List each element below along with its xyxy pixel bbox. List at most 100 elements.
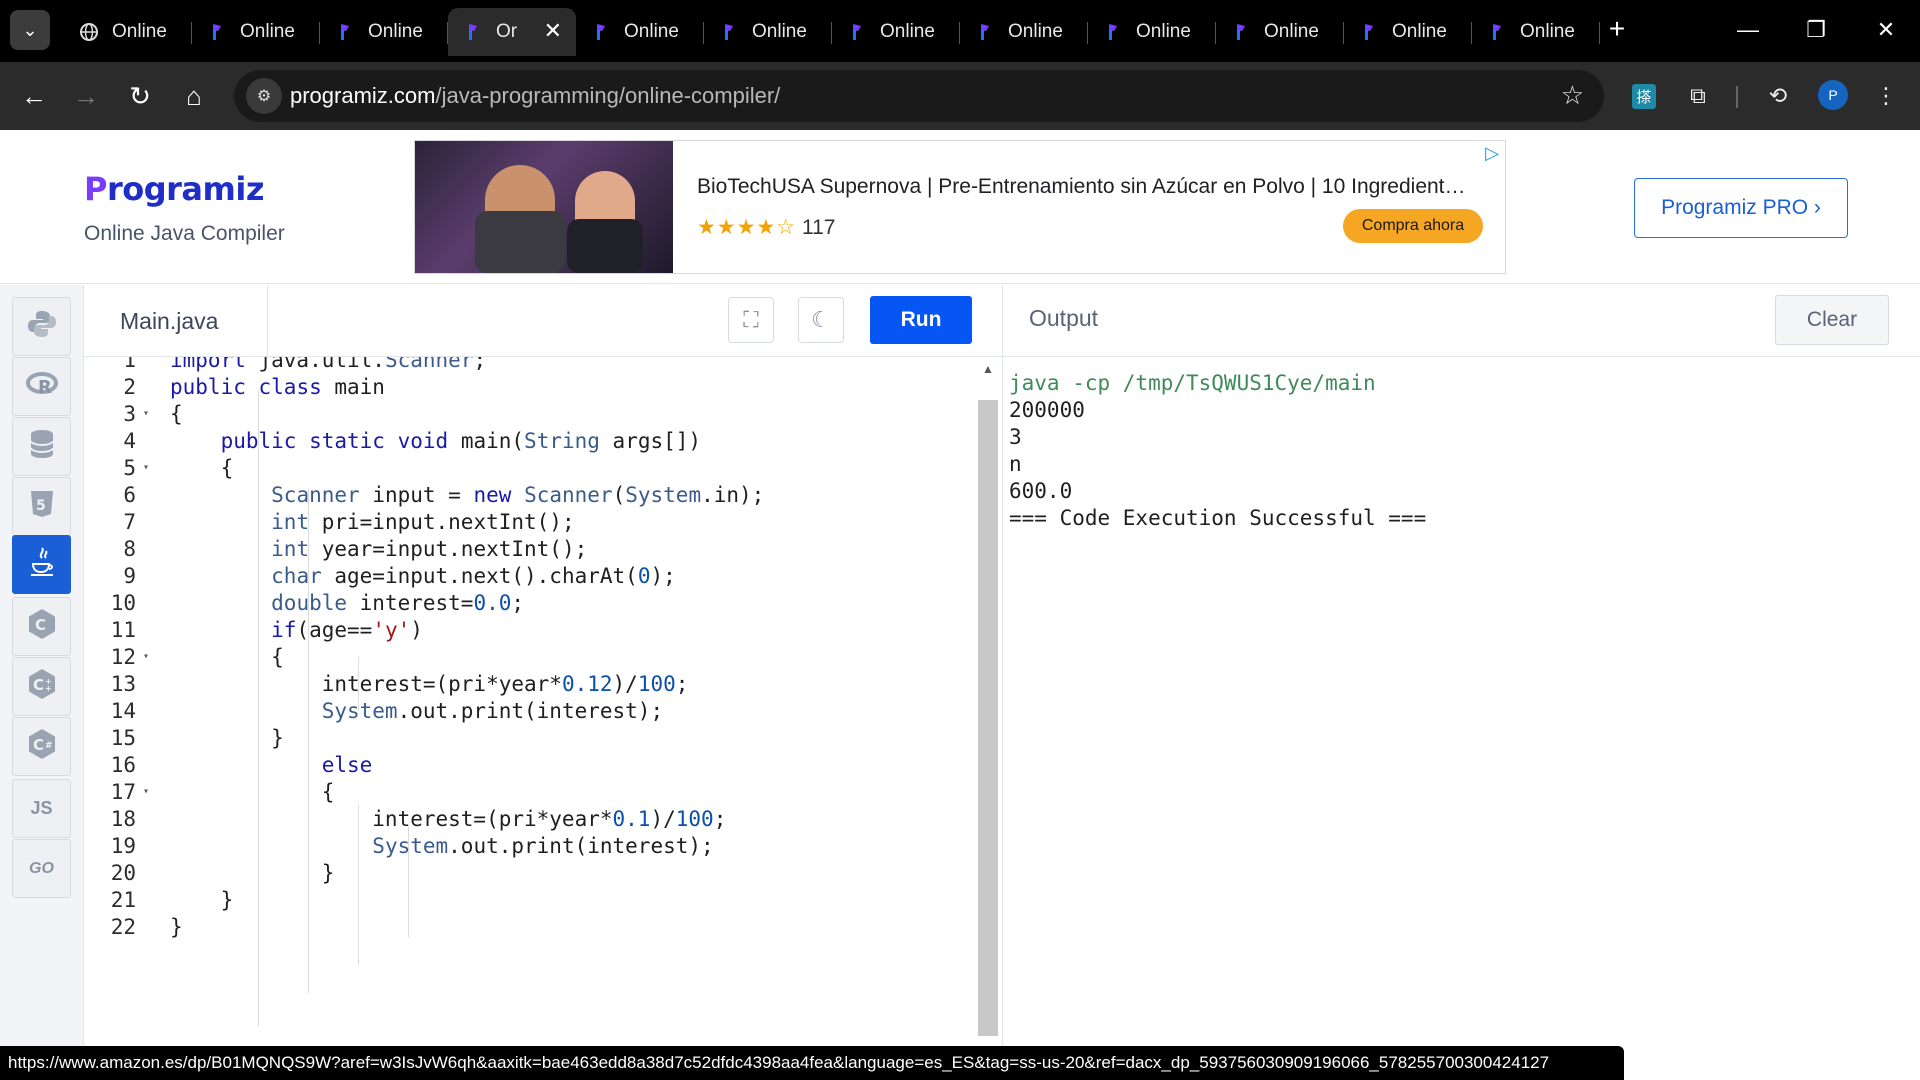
browser-tab[interactable]: Online bbox=[1472, 8, 1600, 56]
extension-icon[interactable]: 搽 bbox=[1624, 76, 1664, 116]
tab-strip: ⌄ Online Online Online Or ✕ Online Online Onlin… bbox=[0, 0, 1920, 62]
code-text[interactable]: double interest=0.0; bbox=[152, 591, 524, 615]
adchoices-icon[interactable]: ▷ bbox=[1485, 143, 1499, 164]
forward-button[interactable]: → bbox=[66, 76, 106, 116]
programiz-favicon-icon bbox=[846, 21, 868, 43]
code-text[interactable]: } bbox=[152, 726, 284, 750]
line-number: 22 bbox=[110, 914, 136, 939]
code-text[interactable]: public static void main(String args[]) bbox=[152, 429, 701, 453]
code-text[interactable]: { bbox=[152, 645, 284, 669]
line-number: 5 bbox=[123, 455, 136, 480]
code-text[interactable]: int pri=input.nextInt(); bbox=[152, 510, 574, 534]
language-csharp-button[interactable]: C # bbox=[12, 717, 71, 776]
ad-image[interactable] bbox=[415, 141, 673, 273]
language-sql-button[interactable] bbox=[12, 417, 71, 476]
theme-toggle-button[interactable]: ☾ bbox=[798, 297, 844, 343]
code-text[interactable]: { bbox=[152, 780, 335, 804]
browser-tab[interactable]: Online bbox=[1216, 8, 1344, 56]
site-info-icon[interactable]: ⚙ bbox=[246, 78, 282, 114]
browser-tab[interactable]: Online bbox=[64, 8, 192, 56]
language-c-button[interactable]: C bbox=[12, 597, 71, 656]
puzzle-icon[interactable]: ⧉ bbox=[1678, 76, 1718, 116]
code-line[interactable]: 22} bbox=[84, 910, 964, 943]
browser-tab[interactable]: Online bbox=[192, 8, 320, 56]
menu-kebab-icon[interactable]: ⋮ bbox=[1866, 76, 1906, 116]
home-button[interactable]: ⌂ bbox=[174, 76, 214, 116]
code-text[interactable]: char age=input.next().charAt(0); bbox=[152, 564, 676, 588]
tab-label: Online bbox=[1392, 21, 1447, 42]
reload-button[interactable]: ↻ bbox=[120, 76, 160, 116]
code-text[interactable]: public class main bbox=[152, 375, 385, 399]
back-button[interactable]: ← bbox=[14, 76, 54, 116]
run-button[interactable]: Run bbox=[870, 296, 972, 344]
browser-tab[interactable]: Online bbox=[1088, 8, 1216, 56]
programiz-logo[interactable]: Programiz bbox=[84, 170, 264, 208]
fold-arrow-icon[interactable]: ▾ bbox=[140, 786, 152, 797]
tab-search-button[interactable]: ⌄ bbox=[10, 10, 50, 50]
close-window-button[interactable]: ✕ bbox=[1866, 10, 1906, 50]
line-number: 21 bbox=[110, 887, 136, 912]
browser-tab[interactable]: Online bbox=[960, 8, 1088, 56]
code-text[interactable]: System.out.print(interest); bbox=[152, 834, 713, 858]
advertisement-banner[interactable]: BioTechUSA Supernova | Pre-Entrenamiento… bbox=[414, 140, 1506, 274]
file-tab-main-java[interactable]: Main.java bbox=[84, 285, 268, 357]
language-r-button[interactable]: R bbox=[12, 357, 71, 416]
language-cpp-button[interactable]: C + + bbox=[12, 657, 71, 716]
code-text[interactable]: interest=(pri*year*0.12)/100; bbox=[152, 672, 689, 696]
scroll-up-arrow-icon[interactable]: ▲ bbox=[980, 362, 996, 378]
ad-title[interactable]: BioTechUSA Supernova | Pre-Entrenamiento… bbox=[697, 175, 1477, 199]
language-java-button[interactable] bbox=[12, 535, 71, 594]
output-console[interactable]: java -cp /tmp/TsQWUS1Cye/main 200000 3 n 600… bbox=[1002, 357, 1920, 1080]
code-text[interactable]: } bbox=[152, 861, 335, 885]
restore-button[interactable]: ❐ bbox=[1796, 10, 1836, 50]
code-text[interactable]: int year=input.nextInt(); bbox=[152, 537, 587, 561]
code-text[interactable]: interest=(pri*year*0.1)/100; bbox=[152, 807, 726, 831]
code-text[interactable]: } bbox=[152, 915, 183, 939]
clear-button[interactable]: Clear bbox=[1775, 295, 1889, 345]
code-editor[interactable]: 1 import java.util.Scanner; 2 public class … bbox=[84, 357, 1002, 1042]
python-logo-icon bbox=[27, 309, 57, 344]
browser-tab[interactable]: Online bbox=[704, 8, 832, 56]
performance-icon[interactable]: ⟲ bbox=[1758, 76, 1798, 116]
line-number: 9 bbox=[123, 563, 136, 588]
bookmark-star-icon[interactable]: ☆ bbox=[1561, 80, 1584, 111]
tab-close-icon[interactable]: ✕ bbox=[544, 18, 562, 44]
line-number: 15 bbox=[110, 725, 136, 750]
code-text[interactable]: { bbox=[152, 456, 234, 480]
star-rating-icon: ★★★★☆ bbox=[697, 216, 797, 239]
output-header: Output Clear bbox=[1002, 285, 1920, 357]
fold-arrow-icon[interactable]: ▾ bbox=[140, 408, 152, 419]
browser-tab[interactable]: Online bbox=[1344, 8, 1472, 56]
code-text[interactable]: { bbox=[152, 402, 183, 426]
code-text[interactable]: Scanner input = new Scanner(System.in); bbox=[152, 483, 764, 507]
browser-tab[interactable]: Or ✕ bbox=[448, 8, 576, 56]
code-text[interactable]: else bbox=[152, 753, 373, 777]
language-html-button[interactable]: 5 bbox=[12, 477, 71, 536]
address-bar[interactable]: ⚙ programiz.com/java-programming/online-… bbox=[234, 70, 1604, 122]
moon-icon: ☾ bbox=[811, 307, 831, 332]
svg-text:C: C bbox=[33, 736, 44, 754]
code-text[interactable]: if(age=='y') bbox=[152, 618, 423, 642]
url-text[interactable]: programiz.com/java-programming/online-co… bbox=[290, 83, 780, 109]
svg-text:#: # bbox=[45, 741, 53, 751]
language-go-button[interactable]: GO bbox=[12, 839, 71, 898]
ad-buy-button[interactable]: Compra ahora bbox=[1343, 209, 1483, 243]
code-text[interactable]: System.out.print(interest); bbox=[152, 699, 663, 723]
csharp-logo-icon: C # bbox=[27, 728, 57, 765]
fullscreen-button[interactable]: ⛶ bbox=[728, 297, 774, 343]
browser-tab[interactable]: Online bbox=[832, 8, 960, 56]
profile-avatar[interactable]: P bbox=[1818, 80, 1848, 110]
browser-tab[interactable]: Online bbox=[320, 8, 448, 56]
language-python-button[interactable] bbox=[12, 297, 71, 356]
programiz-pro-button[interactable]: Programiz PRO › bbox=[1634, 178, 1848, 238]
programiz-favicon-icon bbox=[1486, 21, 1508, 43]
fold-arrow-icon[interactable]: ▾ bbox=[140, 462, 152, 473]
code-text[interactable]: } bbox=[152, 888, 234, 912]
minimize-button[interactable]: — bbox=[1728, 10, 1768, 50]
language-js-button[interactable]: JS bbox=[12, 779, 71, 838]
fold-arrow-icon[interactable]: ▾ bbox=[140, 651, 152, 662]
editor-scrollbar[interactable] bbox=[978, 400, 998, 1036]
new-tab-button[interactable]: + bbox=[1600, 14, 1634, 48]
browser-tab[interactable]: Online bbox=[576, 8, 704, 56]
line-number: 17 bbox=[110, 779, 136, 804]
